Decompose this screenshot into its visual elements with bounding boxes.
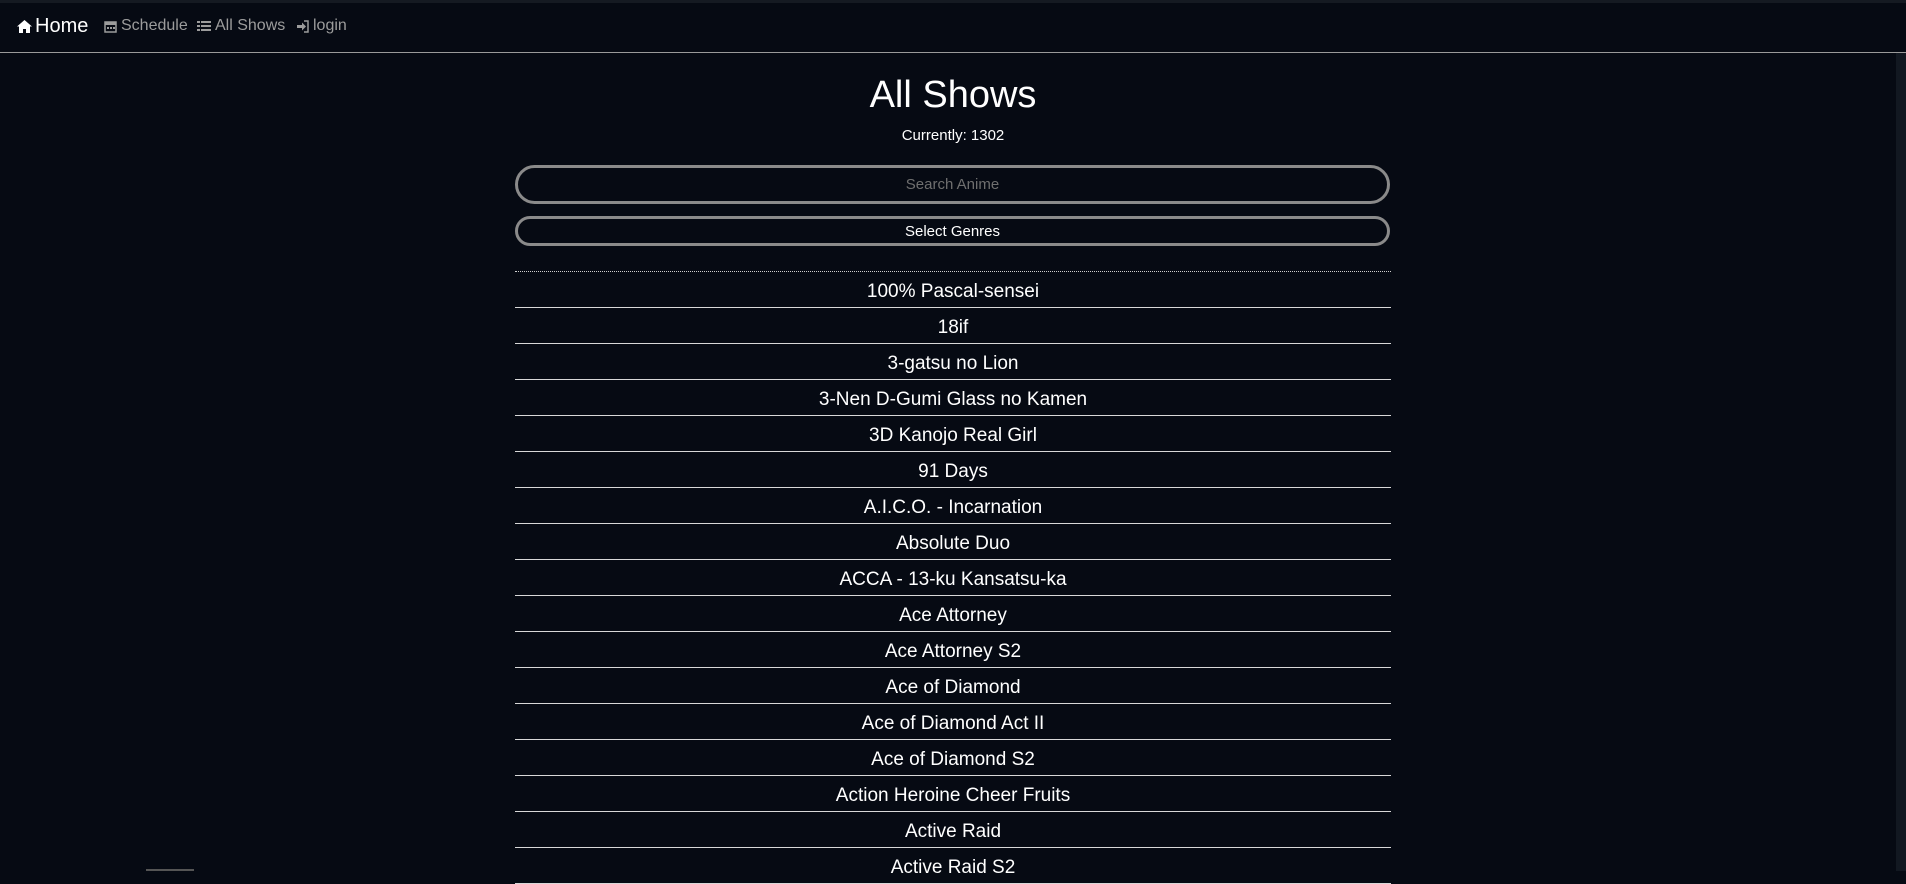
show-list-item[interactable]: 91 Days [515,452,1391,488]
show-list-item[interactable]: A.I.C.O. - Incarnation [515,488,1391,524]
show-list-item[interactable]: Absolute Duo [515,524,1391,560]
show-list-item[interactable]: Active Raid [515,812,1391,848]
schedule-link-label: Schedule [121,17,188,34]
top-navbar: Home Schedule All Shows login [0,0,1906,53]
show-list-item[interactable]: 100% Pascal-sensei [515,272,1391,308]
login-link[interactable]: login [296,17,347,35]
show-list-item[interactable]: 3-Nen D-Gumi Glass no Kamen [515,380,1391,416]
show-list-item[interactable]: 3-gatsu no Lion [515,344,1391,380]
show-count: Currently: 1302 [901,127,1005,144]
page-title: All Shows [869,74,1037,116]
select-genres-button[interactable]: Select Genres [515,216,1390,246]
show-list-item[interactable]: Action Heroine Cheer Fruits [515,776,1391,812]
home-link-label: Home [35,15,89,37]
all-shows-link-label: All Shows [215,17,286,34]
show-list-item[interactable]: 18if [515,308,1391,344]
show-list-item[interactable]: Ace Attorney [515,596,1391,632]
all-shows-link[interactable]: All Shows [197,17,285,35]
show-list: 100% Pascal-sensei 18if 3-gatsu no Lion 3-N… [515,271,1391,884]
show-list-item[interactable]: Ace Attorney S2 [515,632,1391,668]
list-icon [197,21,211,31]
schedule-link[interactable]: Schedule [104,17,188,35]
show-list-item[interactable]: Ace of Diamond [515,668,1391,704]
show-list-item[interactable]: Ace of Diamond Act II [515,704,1391,740]
home-link[interactable]: Home [16,15,88,38]
sign-in-icon [297,19,309,33]
home-icon [17,20,32,33]
login-link-label: login [313,17,347,34]
calendar-icon [104,20,117,33]
show-list-item[interactable]: ACCA - 13-ku Kansatsu-ka [515,560,1391,596]
search-anime-input[interactable] [515,165,1390,204]
show-list-item[interactable]: Ace of Diamond S2 [515,740,1391,776]
show-list-item[interactable]: 3D Kanojo Real Girl [515,416,1391,452]
show-list-item[interactable]: Active Raid S2 [515,848,1391,884]
